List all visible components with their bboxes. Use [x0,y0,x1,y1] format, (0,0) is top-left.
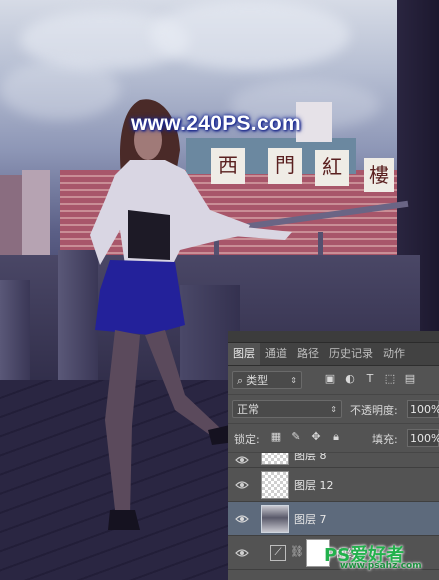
lock-icons: ▦ ✎ ✥ 🔒︎ [270,431,342,443]
layer-name: 图层 12 [294,479,334,492]
blend-mode-select[interactable]: 正常 ⇕ [232,400,342,418]
tab-actions[interactable]: 动作 [378,343,410,365]
opacity-input[interactable]: 100% [407,400,439,418]
image-filter-icon[interactable]: ▣ [323,372,337,386]
chevron-updown-icon: ⇕ [330,405,337,414]
eye-icon[interactable] [235,455,249,465]
eye-icon[interactable] [235,548,249,558]
layer-list: 图层 8 [228,453,439,468]
blend-mode-value: 正常 [237,403,259,416]
opacity-label: 不透明度: [350,404,398,417]
lock-position-icon[interactable]: ✥ [310,431,322,443]
tab-history[interactable]: 历史记录 [324,343,378,365]
cloud [150,0,350,70]
layer-kind-filter[interactable]: ⌕ 类型 ⇕ [232,371,302,389]
layer-row[interactable]: 图层 8 [228,453,439,467]
layer-row-selected[interactable]: 图层 7 [228,502,439,536]
lock-all-icon[interactable]: 🔒︎ [330,431,342,443]
layer-row[interactable]: 图层 12 [228,468,439,502]
chevron-updown-icon: ⇕ [290,376,297,385]
watermark-url: www.240PS.com [131,112,302,135]
layer-name: 图层 8 [294,453,327,462]
tab-layers[interactable]: 图层 [228,343,260,365]
layer-name: 图层 7 [294,513,327,526]
type-filter-icon[interactable]: T [363,372,377,386]
sign-character-3: 紅 [315,150,349,186]
tab-paths[interactable]: 路径 [292,343,324,365]
curves-adjustment-icon: ⟋ [270,545,286,561]
layer-thumbnail [261,505,289,533]
sign-character-4: 樓 [364,158,394,192]
smart-object-filter-icon[interactable]: ▤ [403,372,417,386]
lock-row: 锁定: ▦ ✎ ✥ 🔒︎ 填充: 100% [228,424,439,453]
wall-pillar [0,280,30,390]
search-icon: ⌕ [237,374,244,387]
site-watermark: PS爱好者 www.psahz.com [324,541,422,571]
adjustment-filter-icon[interactable]: ◐ [343,372,357,386]
blend-row: 正常 ⇕ 不透明度: 100% [228,395,439,424]
layer-thumbnail [261,453,289,465]
tab-channels[interactable]: 通道 [260,343,292,365]
eye-icon[interactable] [235,514,249,524]
link-icon[interactable]: ⛓︎ [290,545,304,558]
fill-label: 填充: [372,433,398,446]
layer-thumbnail [261,471,289,499]
fill-input[interactable]: 100% [407,429,439,447]
filter-row: ⌕ 类型 ⇕ ▣ ◐ T ⬚ ▤ [228,366,439,395]
lock-transparency-icon[interactable]: ▦ [270,431,282,443]
shape-filter-icon[interactable]: ⬚ [383,372,397,386]
site-watermark-url: www.psahz.com [340,561,422,571]
eye-icon[interactable] [235,480,249,490]
panel-tabs: 图层 通道 路径 历史记录 动作 [228,343,439,366]
filter-icons: ▣ ◐ T ⬚ ▤ [323,372,417,386]
lock-label: 锁定: [234,433,260,446]
panel-top-bar [228,331,439,343]
layer-kind-label: 类型 [246,374,269,387]
lock-pixels-icon[interactable]: ✎ [290,431,302,443]
